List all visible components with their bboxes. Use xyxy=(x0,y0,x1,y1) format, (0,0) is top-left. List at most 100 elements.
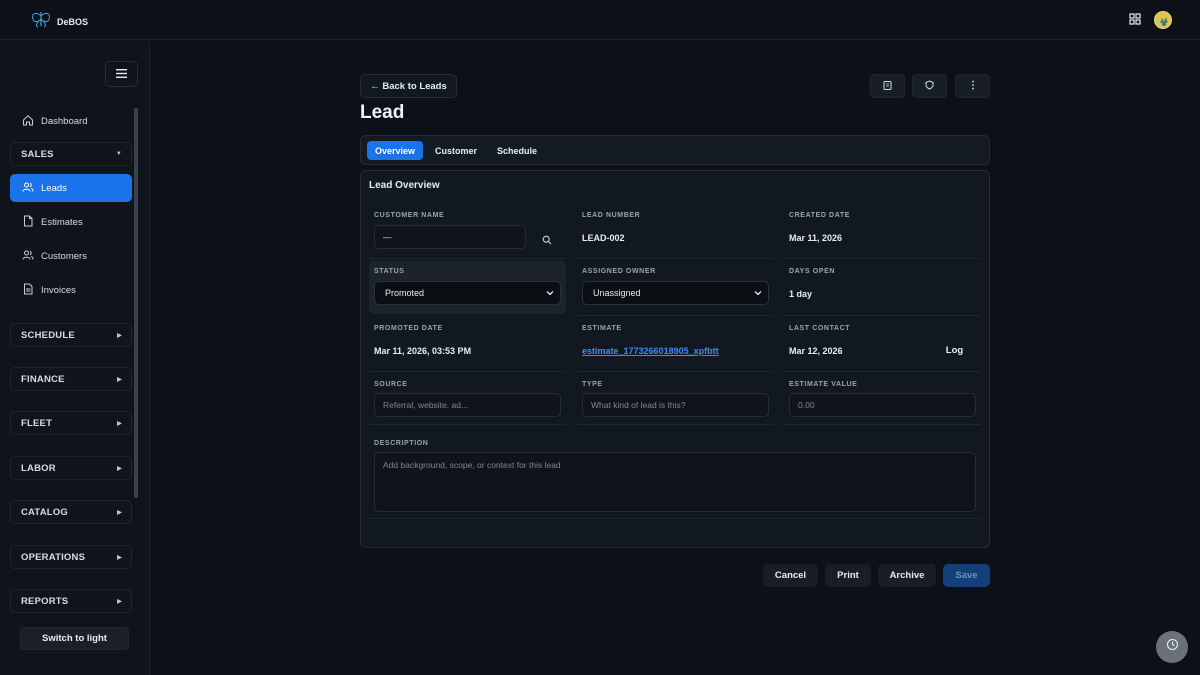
print-button[interactable]: Print xyxy=(825,564,871,587)
tab-schedule[interactable]: Schedule xyxy=(489,141,545,160)
sidebar-section-catalog[interactable]: CATALOG ▶ xyxy=(10,500,132,524)
sidebar-item-customers[interactable]: Customers xyxy=(10,242,132,270)
file-icon xyxy=(22,215,34,230)
card-title: Lead Overview xyxy=(369,180,440,191)
type-label: TYPE xyxy=(582,381,603,388)
chevron-right-icon: ▶ xyxy=(117,598,122,605)
sidebar-item-label: Invoices xyxy=(41,284,76,296)
avatar[interactable] xyxy=(1154,11,1172,29)
history-button[interactable] xyxy=(1156,631,1188,663)
clock-icon xyxy=(1166,638,1179,656)
chevron-right-icon: ▶ xyxy=(117,509,122,516)
tab-overview[interactable]: Overview xyxy=(367,141,423,160)
cancel-button[interactable]: Cancel xyxy=(763,564,818,587)
save-button[interactable]: Save xyxy=(943,564,990,587)
chevron-right-icon: ▶ xyxy=(117,376,122,383)
estimate-value-label: ESTIMATE VALUE xyxy=(789,381,858,388)
estimate-link[interactable]: estimate_1773266018905_xpfbtt xyxy=(582,346,719,356)
sidebar-section-reports[interactable]: REPORTS ▶ xyxy=(10,589,132,613)
divider xyxy=(369,424,566,425)
source-placeholder: Referral, website, ad... xyxy=(383,400,469,410)
sidebar-item-invoices[interactable]: Invoices xyxy=(10,276,132,304)
brand[interactable]: DeBOS xyxy=(30,10,88,33)
estimate-label: ESTIMATE xyxy=(582,325,622,332)
divider xyxy=(369,258,566,259)
section-label: LABOR xyxy=(21,462,56,474)
section-label: CATALOG xyxy=(21,506,68,518)
switch-theme-button[interactable]: Switch to light xyxy=(20,627,129,650)
customer-name-label: CUSTOMER NAME xyxy=(374,212,445,219)
chevron-right-icon: ▶ xyxy=(117,420,122,427)
created-date-value: Mar 11, 2026 xyxy=(789,233,843,243)
users-icon xyxy=(22,181,34,196)
divider xyxy=(577,424,774,425)
log-contact-button[interactable]: Log xyxy=(937,345,972,356)
notes-button[interactable] xyxy=(870,74,905,98)
app-name: DeBOS xyxy=(57,16,89,27)
status-select[interactable]: Promoted xyxy=(374,281,561,305)
page-title: Lead xyxy=(360,102,405,123)
clipboard-icon xyxy=(883,77,892,95)
search-icon[interactable] xyxy=(542,232,552,250)
security-button[interactable] xyxy=(912,74,947,98)
promoted-date-value: Mar 11, 2026, 03:53 PM xyxy=(374,346,472,356)
sidebar-item-dashboard[interactable]: Dashboard xyxy=(10,107,132,135)
apps-grid-icon[interactable] xyxy=(1128,12,1142,26)
customer-name-input[interactable]: — xyxy=(374,225,526,249)
source-input[interactable]: Referral, website, ad... xyxy=(374,393,561,417)
sidebar-item-label: Leads xyxy=(41,182,67,194)
last-contact-value: Mar 12, 2026 xyxy=(789,346,843,356)
sidebar-section-fleet[interactable]: FLEET ▶ xyxy=(10,411,132,435)
assigned-owner-select[interactable]: Unassigned xyxy=(582,281,769,305)
divider xyxy=(784,371,981,372)
divider xyxy=(784,424,981,425)
estimate-value-input[interactable]: 0.00 xyxy=(789,393,976,417)
sidebar-section-operations[interactable]: OPERATIONS ▶ xyxy=(10,545,132,569)
promoted-date-label: PROMOTED DATE xyxy=(374,325,443,332)
source-label: SOURCE xyxy=(374,381,408,388)
lead-number-value: LEAD-002 xyxy=(582,233,625,243)
menu-toggle-button[interactable] xyxy=(105,61,138,87)
sidebar-item-label: Dashboard xyxy=(41,115,88,127)
divider xyxy=(369,371,566,372)
back-to-leads-button[interactable]: ← Back to Leads xyxy=(360,74,457,98)
divider xyxy=(577,258,774,259)
type-input[interactable]: What kind of lead is this? xyxy=(582,393,769,417)
divider xyxy=(784,258,981,259)
sidebar-section-finance[interactable]: FINANCE ▶ xyxy=(10,367,132,391)
sidebar-item-leads[interactable]: Leads xyxy=(10,174,132,202)
section-label: OPERATIONS xyxy=(21,551,86,563)
sidebar-scrollbar[interactable] xyxy=(134,108,138,498)
sidebar-item-label: Customers xyxy=(41,250,87,262)
sidebar-item-label: Estimates xyxy=(41,216,83,228)
document-icon xyxy=(22,283,34,298)
days-open-value: 1 day xyxy=(789,289,813,299)
assigned-owner-value: Unassigned xyxy=(593,288,641,298)
home-icon xyxy=(22,114,34,129)
archive-button[interactable]: Archive xyxy=(878,564,936,587)
description-placeholder: Add background, scope, or context for th… xyxy=(383,460,561,470)
divider xyxy=(784,315,981,316)
sidebar-item-estimates[interactable]: Estimates xyxy=(10,208,132,236)
divider xyxy=(369,518,981,519)
section-label: REPORTS xyxy=(21,595,69,607)
sidebar-section-sales[interactable]: SALES ▼ xyxy=(10,142,132,166)
tab-customer[interactable]: Customer xyxy=(429,141,483,160)
chevron-right-icon: ▶ xyxy=(117,332,122,339)
sidebar-section-schedule[interactable]: SCHEDULE ▶ xyxy=(10,323,132,347)
customer-name-value: — xyxy=(383,232,392,242)
hamburger-icon xyxy=(116,65,127,83)
chevron-right-icon: ▶ xyxy=(117,465,122,472)
divider xyxy=(577,371,774,372)
users-icon xyxy=(22,249,34,264)
logo-icon xyxy=(30,10,52,33)
chevron-down-icon: ▼ xyxy=(115,151,122,157)
status-label: STATUS xyxy=(374,268,405,275)
top-bar: DeBOS xyxy=(0,0,1200,40)
section-label: FINANCE xyxy=(21,373,65,385)
sidebar-section-labor[interactable]: LABOR ▶ xyxy=(10,456,132,480)
more-options-button[interactable] xyxy=(955,74,990,98)
description-textarea[interactable]: Add background, scope, or context for th… xyxy=(374,452,976,512)
section-label: SCHEDULE xyxy=(21,329,75,341)
chevron-right-icon: ▶ xyxy=(117,554,122,561)
